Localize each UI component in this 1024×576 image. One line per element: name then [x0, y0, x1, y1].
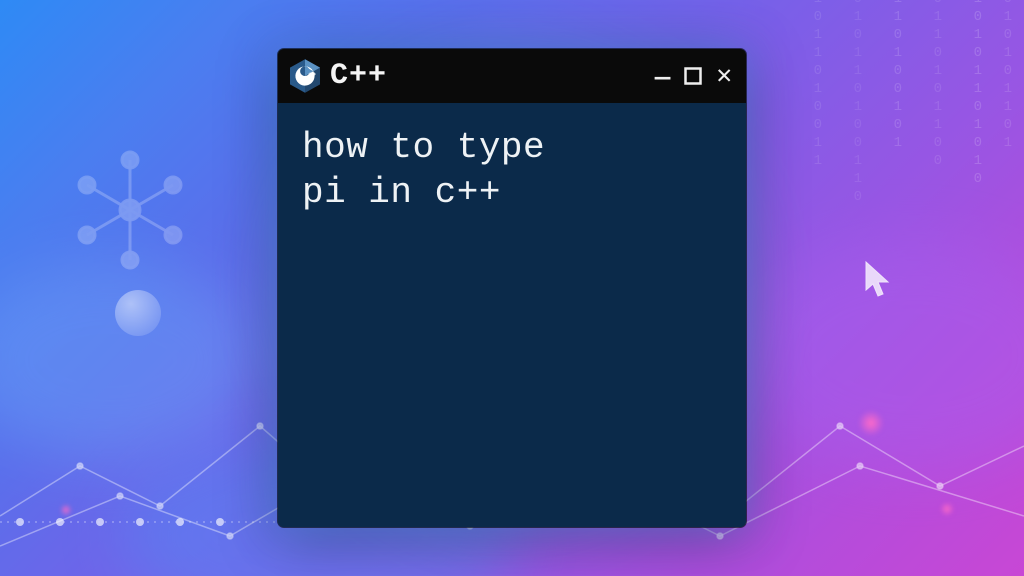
glow-dot-decor	[940, 502, 954, 516]
cursor-arrow-decor	[864, 260, 894, 300]
molecule-decor	[60, 140, 200, 280]
body-text: how to type pi in c++	[302, 125, 722, 215]
window-body: how to type pi in c++	[278, 103, 746, 527]
window-title: C++	[330, 59, 645, 93]
maximize-button[interactable]	[684, 67, 702, 85]
glow-dot-decor	[60, 504, 72, 516]
close-button[interactable]: ✕	[716, 63, 732, 89]
terminal-window: C++ — ✕ how to type pi in c++	[278, 49, 746, 527]
sphere-decor	[115, 290, 161, 336]
minimize-button[interactable]: —	[655, 65, 671, 91]
titlebar[interactable]: C++ — ✕	[278, 49, 746, 103]
square-icon	[684, 67, 702, 85]
glow-dot-decor	[858, 410, 884, 436]
window-controls: — ✕	[655, 63, 732, 89]
cpp-logo-icon	[290, 59, 320, 93]
